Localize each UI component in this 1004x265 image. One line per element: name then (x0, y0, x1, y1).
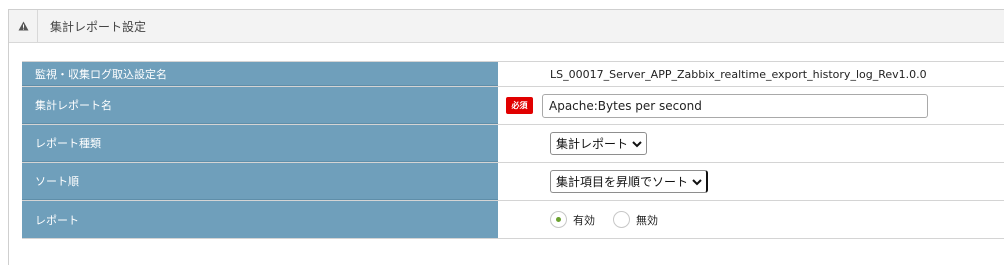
sort-order-label: ソート順 (22, 163, 498, 200)
monitor-setting-value: LS_00017_Server_APP_Zabbix_realtime_expo… (550, 67, 927, 81)
chevron-down-icon (692, 178, 702, 186)
radio-enabled-label: 有効 (573, 213, 595, 227)
report-type-selected: 集計レポート (556, 137, 629, 151)
row-report-enabled: レポート 有効 無効 (22, 201, 1004, 239)
monitor-setting-label: 監視・収集ログ取込設定名 (22, 62, 498, 86)
report-name-label: 集計レポート名 (22, 87, 498, 124)
row-report-type: レポート種類 集計レポート (22, 125, 1004, 163)
required-badge: 必須 (506, 97, 533, 114)
panel-header: 集計レポート設定 (9, 9, 1004, 43)
row-report-name: 集計レポート名 必須 (22, 87, 1004, 125)
radio-disabled-label: 無効 (636, 213, 658, 227)
panel-title: 集計レポート設定 (50, 19, 147, 34)
report-type-select[interactable]: 集計レポート (550, 132, 648, 155)
radio-selected-dot (556, 217, 561, 222)
row-monitor-setting: 監視・収集ログ取込設定名 LS_00017_Server_APP_Zabbix_… (22, 62, 1004, 87)
settings-form: 監視・収集ログ取込設定名 LS_00017_Server_APP_Zabbix_… (22, 61, 1004, 239)
report-enabled-label: レポート (22, 201, 498, 238)
sort-order-selected: 集計項目を昇順でソート (556, 175, 689, 189)
warning-triangle-icon (9, 21, 37, 31)
report-type-label: レポート種類 (22, 125, 498, 162)
sort-order-select[interactable]: 集計項目を昇順でソート (550, 170, 709, 193)
report-enabled-radio-group: 有効 無効 (550, 211, 658, 228)
row-sort-order: ソート順 集計項目を昇順でソート (22, 163, 1004, 201)
chevron-down-icon (632, 140, 642, 148)
radio-enabled[interactable] (550, 211, 567, 228)
radio-disabled[interactable] (613, 211, 630, 228)
report-name-input[interactable] (542, 93, 928, 118)
report-settings-panel: 集計レポート設定 監視・収集ログ取込設定名 LS_00017_Server_AP… (8, 9, 1004, 265)
